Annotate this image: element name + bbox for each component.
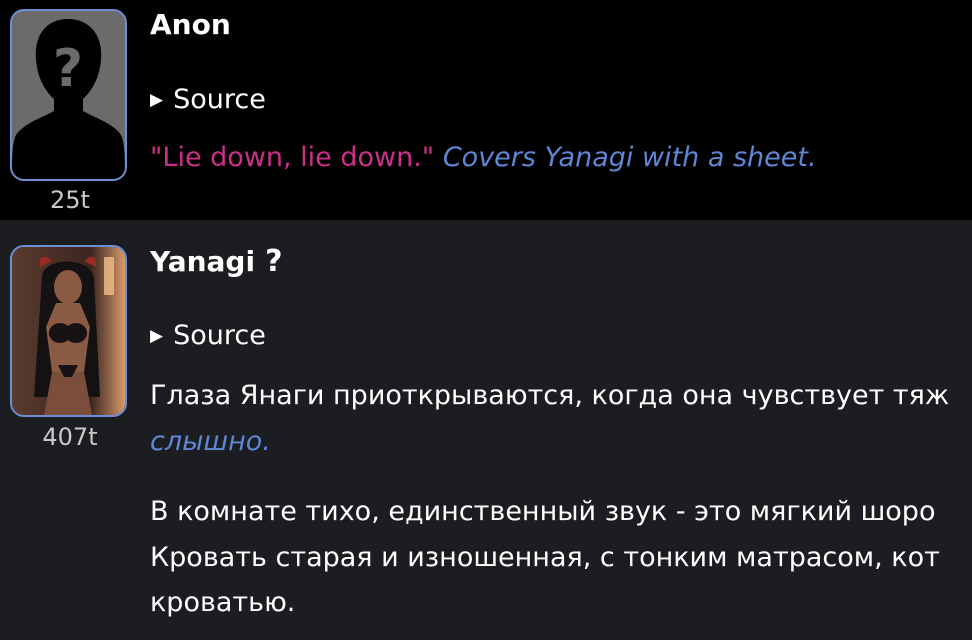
svg-text:?: ? [53, 39, 83, 99]
message-paragraph: кроватью. [150, 587, 296, 618]
message-anon: ? 25t Anon ▶ Source "Lie down, lie down."… [0, 0, 972, 220]
question-mark-icon[interactable]: ? [265, 244, 282, 279]
action-text: слышно. [150, 426, 271, 457]
message-yanagi: 407t Yanagi? ▶ Source Глаза Янаги приоткр… [0, 220, 972, 640]
message-paragraph: Глаза Янаги приоткрываются, когда она чу… [150, 380, 950, 411]
source-toggle[interactable]: ▶ Source [150, 84, 266, 115]
source-label: Source [173, 84, 266, 115]
source-toggle[interactable]: ▶ Source [150, 320, 266, 351]
action-text: Covers Yanagi with a sheet. [442, 142, 817, 173]
sender-name-row: Yanagi? [150, 244, 282, 279]
person-silhouette-question-icon: ? [12, 11, 125, 179]
sender-name: Anon [150, 8, 231, 41]
triangle-right-icon: ▶ [150, 90, 164, 110]
speech-text: "Lie down, lie down." [150, 142, 435, 173]
token-count: 25t [50, 186, 90, 214]
character-portrait [12, 247, 125, 415]
message-paragraph: Кровать старая и изношенная, с тонким ма… [150, 542, 940, 573]
message-paragraph: В комнате тихо, единственный звук - это … [150, 496, 936, 527]
source-label: Source [173, 320, 266, 351]
sender-name: Yanagi [150, 245, 256, 278]
character-avatar[interactable] [10, 245, 127, 417]
token-count: 407t [42, 423, 98, 451]
triangle-right-icon: ▶ [150, 326, 164, 346]
user-avatar[interactable]: ? [10, 9, 127, 181]
message-text: "Lie down, lie down." Covers Yanagi with… [150, 142, 817, 173]
